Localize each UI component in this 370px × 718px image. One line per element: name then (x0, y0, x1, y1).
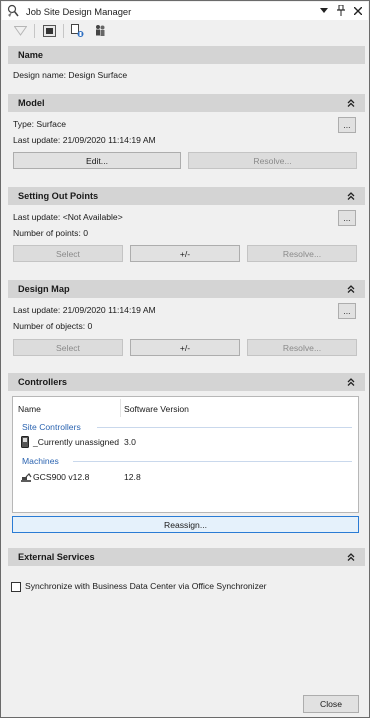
design-map-last-update-text: Last update: 21/09/2020 11:14:19 AM (13, 305, 156, 315)
section-title: Name (18, 50, 44, 60)
design-properties-panel: Name Design name: Design Surface Model T… (8, 43, 365, 713)
setting-out-more-button[interactable]: ... (338, 210, 356, 226)
section-title: External Services (18, 552, 95, 562)
model-type-text: Type: Surface (13, 119, 67, 129)
close-button[interactable]: Close (303, 695, 359, 713)
collapse-chevron-icon[interactable] (346, 377, 356, 387)
close-icon[interactable] (352, 4, 364, 17)
design-settings-icon[interactable] (70, 23, 86, 39)
window-menu-chevron-icon[interactable] (318, 4, 330, 17)
collapse-chevron-icon[interactable] (346, 191, 356, 201)
design-map-more-button[interactable]: ... (338, 303, 356, 319)
collapse-chevron-icon[interactable] (346, 284, 356, 294)
setting-out-points-section-header[interactable]: Setting Out Points (8, 187, 365, 205)
view-design-icon[interactable] (41, 23, 57, 39)
toolbar (2, 21, 368, 41)
controllers-section-header[interactable]: Controllers (8, 373, 365, 391)
filter-icon[interactable] (12, 23, 28, 39)
group-divider (73, 461, 352, 462)
resolve-objects-button[interactable]: Resolve... (247, 339, 357, 356)
toolbar-separator (63, 24, 64, 38)
group-divider (97, 427, 352, 428)
machine-name: GCS900 v12.8 (33, 472, 90, 482)
design-name-text: Design name: Design Surface (13, 70, 128, 80)
model-section-header[interactable]: Model (8, 94, 365, 112)
model-last-update-text: Last update: 21/09/2020 11:14:19 AM (13, 135, 156, 145)
select-objects-button[interactable]: Select (13, 339, 123, 356)
handheld-controller-icon (21, 436, 29, 448)
machine-version: 12.8 (124, 472, 141, 482)
job-site-design-manager-window: Job Site Design Manager Name Design name… (0, 0, 370, 718)
resolve-points-button[interactable]: Resolve... (247, 245, 357, 262)
column-header-software-version[interactable]: Software Version (124, 404, 189, 414)
section-title: Design Map (18, 284, 70, 294)
design-map-section-header[interactable]: Design Map (8, 280, 365, 298)
controller-name: _Currently unassigned (33, 437, 119, 447)
title-bar: Job Site Design Manager (2, 2, 368, 20)
toolbar-separator (34, 24, 35, 38)
external-services-section-header[interactable]: External Services (8, 548, 365, 566)
setting-out-last-update-text: Last update: <Not Available> (13, 212, 123, 222)
edit-model-button[interactable]: Edit... (13, 152, 181, 169)
objects-plus-minus-button[interactable]: +/- (130, 339, 240, 356)
app-icon (7, 4, 19, 17)
reassign-button[interactable]: Reassign... (12, 516, 359, 533)
column-divider (120, 399, 121, 417)
controllers-list[interactable]: Name Software Version Site Controllers _… (12, 396, 359, 513)
synchronize-label[interactable]: Synchronize with Business Data Center vi… (25, 581, 267, 591)
collapse-chevron-icon[interactable] (346, 552, 356, 562)
collapse-chevron-icon[interactable] (346, 98, 356, 108)
window-title: Job Site Design Manager (26, 5, 132, 17)
section-title: Setting Out Points (18, 191, 99, 201)
pin-icon[interactable] (335, 4, 347, 17)
number-of-objects-text: Number of objects: 0 (13, 321, 93, 331)
group-label-machines: Machines (22, 456, 59, 466)
section-title: Controllers (18, 377, 68, 387)
column-header-name[interactable]: Name (18, 404, 41, 414)
model-more-button[interactable]: ... (338, 117, 356, 133)
group-label-site-controllers: Site Controllers (22, 422, 81, 432)
controller-version: 3.0 (124, 437, 136, 447)
number-of-points-text: Number of points: 0 (13, 228, 88, 238)
section-title: Model (18, 98, 45, 108)
name-section-header: Name (8, 46, 365, 64)
select-points-button[interactable]: Select (13, 245, 123, 262)
points-plus-minus-button[interactable]: +/- (130, 245, 240, 262)
excavator-icon (21, 473, 32, 482)
synchronize-checkbox[interactable] (11, 582, 21, 592)
resolve-model-button[interactable]: Resolve... (188, 152, 357, 169)
assign-users-icon[interactable] (92, 23, 108, 39)
